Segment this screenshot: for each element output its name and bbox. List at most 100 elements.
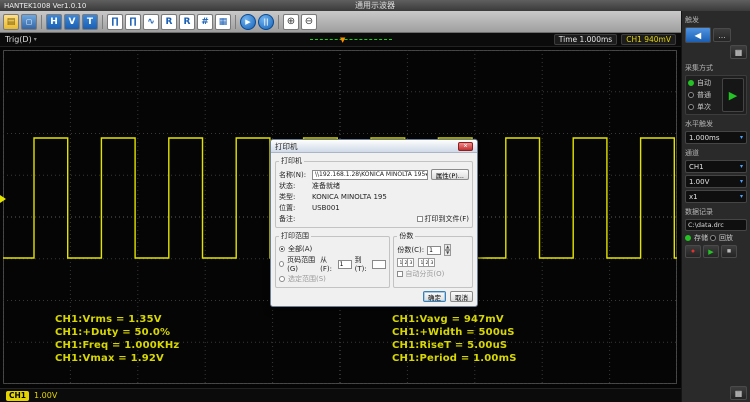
page-stack: 1 2 3 bbox=[397, 258, 414, 267]
open-file-icon[interactable]: ▤ bbox=[3, 14, 19, 30]
run-icon[interactable]: ▶ bbox=[240, 14, 256, 30]
vertical-button[interactable]: V bbox=[64, 14, 80, 30]
range-group-legend: 打印范围 bbox=[279, 231, 311, 241]
printer-name-value: \\192.168.1.28\KONICA MINOLTA 195 bbox=[315, 171, 425, 178]
more-options-icon[interactable]: … bbox=[713, 28, 731, 42]
copies-stepper[interactable]: ▲▼ bbox=[444, 244, 451, 256]
measurement: CH1:Vrms = 1.35V bbox=[55, 313, 179, 326]
timebase-value: 1.000ms bbox=[689, 134, 720, 142]
range-selection-radio[interactable]: 选定范围(S) bbox=[279, 274, 386, 284]
channel-select-value: CH1 bbox=[689, 163, 704, 171]
chevron-down-icon: ▾ bbox=[34, 36, 37, 43]
radio-dot-icon bbox=[279, 246, 285, 252]
volt-scale-value: 1.00V bbox=[689, 178, 709, 186]
record-section-label: 数据记录 bbox=[685, 207, 747, 217]
pause-icon[interactable]: || bbox=[258, 14, 274, 30]
from-input[interactable] bbox=[338, 260, 352, 269]
properties-button[interactable]: 属性(P)... bbox=[431, 169, 469, 180]
channel-status-bar: CH1 1.00V bbox=[0, 388, 681, 402]
printer-group-legend: 打印机 bbox=[279, 156, 304, 166]
range-all-label: 全部(A) bbox=[288, 244, 312, 254]
settings-grid-icon[interactable]: ▦ bbox=[730, 386, 747, 400]
store-radio[interactable]: 存储 bbox=[685, 233, 708, 243]
radio-dot-icon bbox=[279, 276, 285, 282]
stop-icon[interactable]: ■ bbox=[721, 245, 737, 258]
toolbar: ▤ ▢ H V T ∏ ∏ ∿ R R # ▦ ▶ || ⊕ ⊖ bbox=[0, 11, 681, 33]
page-icon: 3 bbox=[428, 258, 435, 267]
zoom-out-icon[interactable]: ⊖ bbox=[301, 14, 317, 30]
ok-button[interactable]: 确定 bbox=[423, 291, 446, 302]
cancel-button[interactable]: 取消 bbox=[450, 291, 473, 302]
copies-input[interactable] bbox=[427, 246, 441, 255]
trigger-button[interactable]: T bbox=[82, 14, 98, 30]
measurement: CH1:RiseT = 5.00uS bbox=[392, 339, 517, 352]
acq-option-label: 单次 bbox=[697, 102, 711, 112]
to-input[interactable] bbox=[372, 260, 386, 269]
print-to-file-checkbox[interactable]: 打印到文件(F) bbox=[417, 214, 470, 224]
range-pages-radio[interactable]: 页码范围(G) 从(F): 到(T): bbox=[279, 255, 386, 273]
record-icon[interactable]: ● bbox=[685, 245, 701, 258]
play-icon[interactable]: ▶ bbox=[703, 245, 719, 258]
save-file-icon[interactable]: ▢ bbox=[21, 14, 37, 30]
print-range-group: 打印范围 全部(A) 页码范围(G) 从(F): 到(T): bbox=[275, 231, 390, 288]
square-wave-icon[interactable]: ∏ bbox=[107, 14, 123, 30]
replay-r-icon[interactable]: R bbox=[179, 14, 195, 30]
grid-display-icon[interactable]: ▦ bbox=[215, 14, 231, 30]
auto-set-icon[interactable]: ∏ bbox=[125, 14, 141, 30]
oscilloscope-app: HANTEK1008 Ver1.0.10 通用示波器 ▤ ▢ H V T ∏ ∏… bbox=[0, 0, 750, 402]
probe-value: x1 bbox=[689, 193, 698, 201]
page-icon: 3 bbox=[407, 258, 414, 267]
collate-label: 自动分页(O) bbox=[405, 269, 444, 279]
copies-group-legend: 份数 bbox=[397, 231, 415, 241]
channel1-badge[interactable]: CH1 bbox=[6, 391, 29, 401]
trig-label[interactable]: Trig(D) bbox=[5, 35, 32, 44]
printer-name-select[interactable]: \\192.168.1.28\KONICA MINOLTA 195 ▾ bbox=[312, 170, 428, 180]
store-label: 存储 bbox=[694, 233, 708, 243]
trigger-position-marker[interactable]: ▼ bbox=[340, 36, 345, 44]
channel-select[interactable]: CH1 ▾ bbox=[685, 160, 747, 173]
horizontal-button[interactable]: H bbox=[46, 14, 62, 30]
where-value: USB001 bbox=[312, 204, 340, 212]
volt-scale-select[interactable]: 1.00V ▾ bbox=[685, 175, 747, 188]
dialog-title: 打印机 bbox=[275, 141, 298, 152]
radio-dot-icon bbox=[685, 235, 691, 241]
record-r-icon[interactable]: R bbox=[161, 14, 177, 30]
range-selection-label: 选定范围(S) bbox=[288, 274, 326, 284]
acq-radio-normal[interactable]: 普通 bbox=[688, 90, 720, 100]
acq-option-label: 普通 bbox=[697, 90, 711, 100]
acquisition-section-label: 采集方式 bbox=[685, 63, 747, 73]
replay-radio[interactable]: 回放 bbox=[710, 233, 733, 243]
sine-wave-icon[interactable]: ∿ bbox=[143, 14, 159, 30]
waveform-window-indicator[interactable] bbox=[310, 39, 392, 40]
channel1-level-marker[interactable] bbox=[0, 195, 6, 203]
range-all-radio[interactable]: 全部(A) bbox=[279, 244, 386, 254]
print-dialog: 打印机 × 打印机 名称(N): \\192.168.1.28\KONICA M… bbox=[270, 139, 478, 307]
acq-radio-auto[interactable]: 自动 bbox=[688, 78, 720, 88]
run-play-icon[interactable]: ▶ bbox=[722, 78, 744, 112]
spin-down-icon[interactable]: ▼ bbox=[444, 250, 451, 256]
grid-menu-icon[interactable]: ▦ bbox=[730, 45, 747, 59]
zoom-in-icon[interactable]: ⊕ bbox=[283, 14, 299, 30]
replay-label: 回放 bbox=[719, 233, 733, 243]
radio-dot-icon bbox=[688, 92, 694, 98]
timebase-select[interactable]: 1.000ms ▾ bbox=[685, 131, 747, 144]
status-value: 准备就绪 bbox=[312, 181, 340, 191]
toolbar-separator bbox=[235, 15, 236, 29]
type-value: KONICA MINOLTA 195 bbox=[312, 193, 387, 201]
measure-icon[interactable]: # bbox=[197, 14, 213, 30]
collate-checkbox[interactable]: 自动分页(O) bbox=[397, 269, 469, 279]
dialog-titlebar[interactable]: 打印机 × bbox=[271, 140, 477, 153]
chevron-down-icon: ▾ bbox=[740, 178, 743, 185]
back-arrow-icon[interactable]: ◀ bbox=[685, 27, 711, 43]
record-path-input[interactable] bbox=[685, 219, 747, 231]
channel-section-label: 通道 bbox=[685, 148, 747, 158]
toolbar-separator bbox=[278, 15, 279, 29]
probe-select[interactable]: x1 ▾ bbox=[685, 190, 747, 203]
chevron-down-icon: ▾ bbox=[740, 163, 743, 170]
radio-dot-icon bbox=[688, 80, 694, 86]
horizontal-section-label: 水平触发 bbox=[685, 119, 747, 129]
channel1-scale: 1.00V bbox=[34, 391, 57, 400]
close-icon[interactable]: × bbox=[458, 142, 473, 151]
acq-radio-single[interactable]: 单次 bbox=[688, 102, 720, 112]
trigger-level-readout: CH1 940mV bbox=[621, 34, 676, 45]
